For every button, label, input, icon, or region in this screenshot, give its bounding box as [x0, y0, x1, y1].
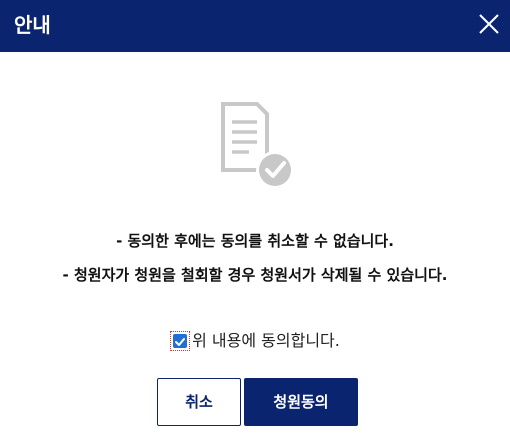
- agreement-row: 위 내용에 동의합니다.: [0, 327, 510, 355]
- agree-checkbox-box: [173, 334, 188, 348]
- close-icon: [479, 14, 499, 34]
- agree-checkbox[interactable]: [170, 331, 191, 351]
- notice-message-1: - 동의한 후에는 동의를 취소할 수 없습니다.: [116, 232, 394, 250]
- notice-dialog: 안내 - 동의한 후에는 동의를 취소할 수 없습니다. - 청원자가 청원을 …: [0, 0, 510, 446]
- notice-messages: - 동의한 후에는 동의를 취소할 수 없습니다. - 청원자가 청원을 철회할…: [0, 226, 510, 294]
- agree-label[interactable]: 위 내용에 동의합니다.: [192, 327, 340, 355]
- notice-message-2: - 청원자가 청원을 철회할 경우 청원서가 삭제될 수 있습니다.: [62, 266, 448, 284]
- dialog-titlebar: 안내: [0, 0, 510, 52]
- close-button[interactable]: [474, 9, 504, 39]
- cancel-button[interactable]: 취소: [157, 378, 241, 426]
- document-check-icon: [221, 102, 294, 189]
- dialog-title: 안내: [14, 13, 51, 37]
- agree-button[interactable]: 청원동의: [244, 378, 358, 426]
- check-icon: [175, 338, 186, 346]
